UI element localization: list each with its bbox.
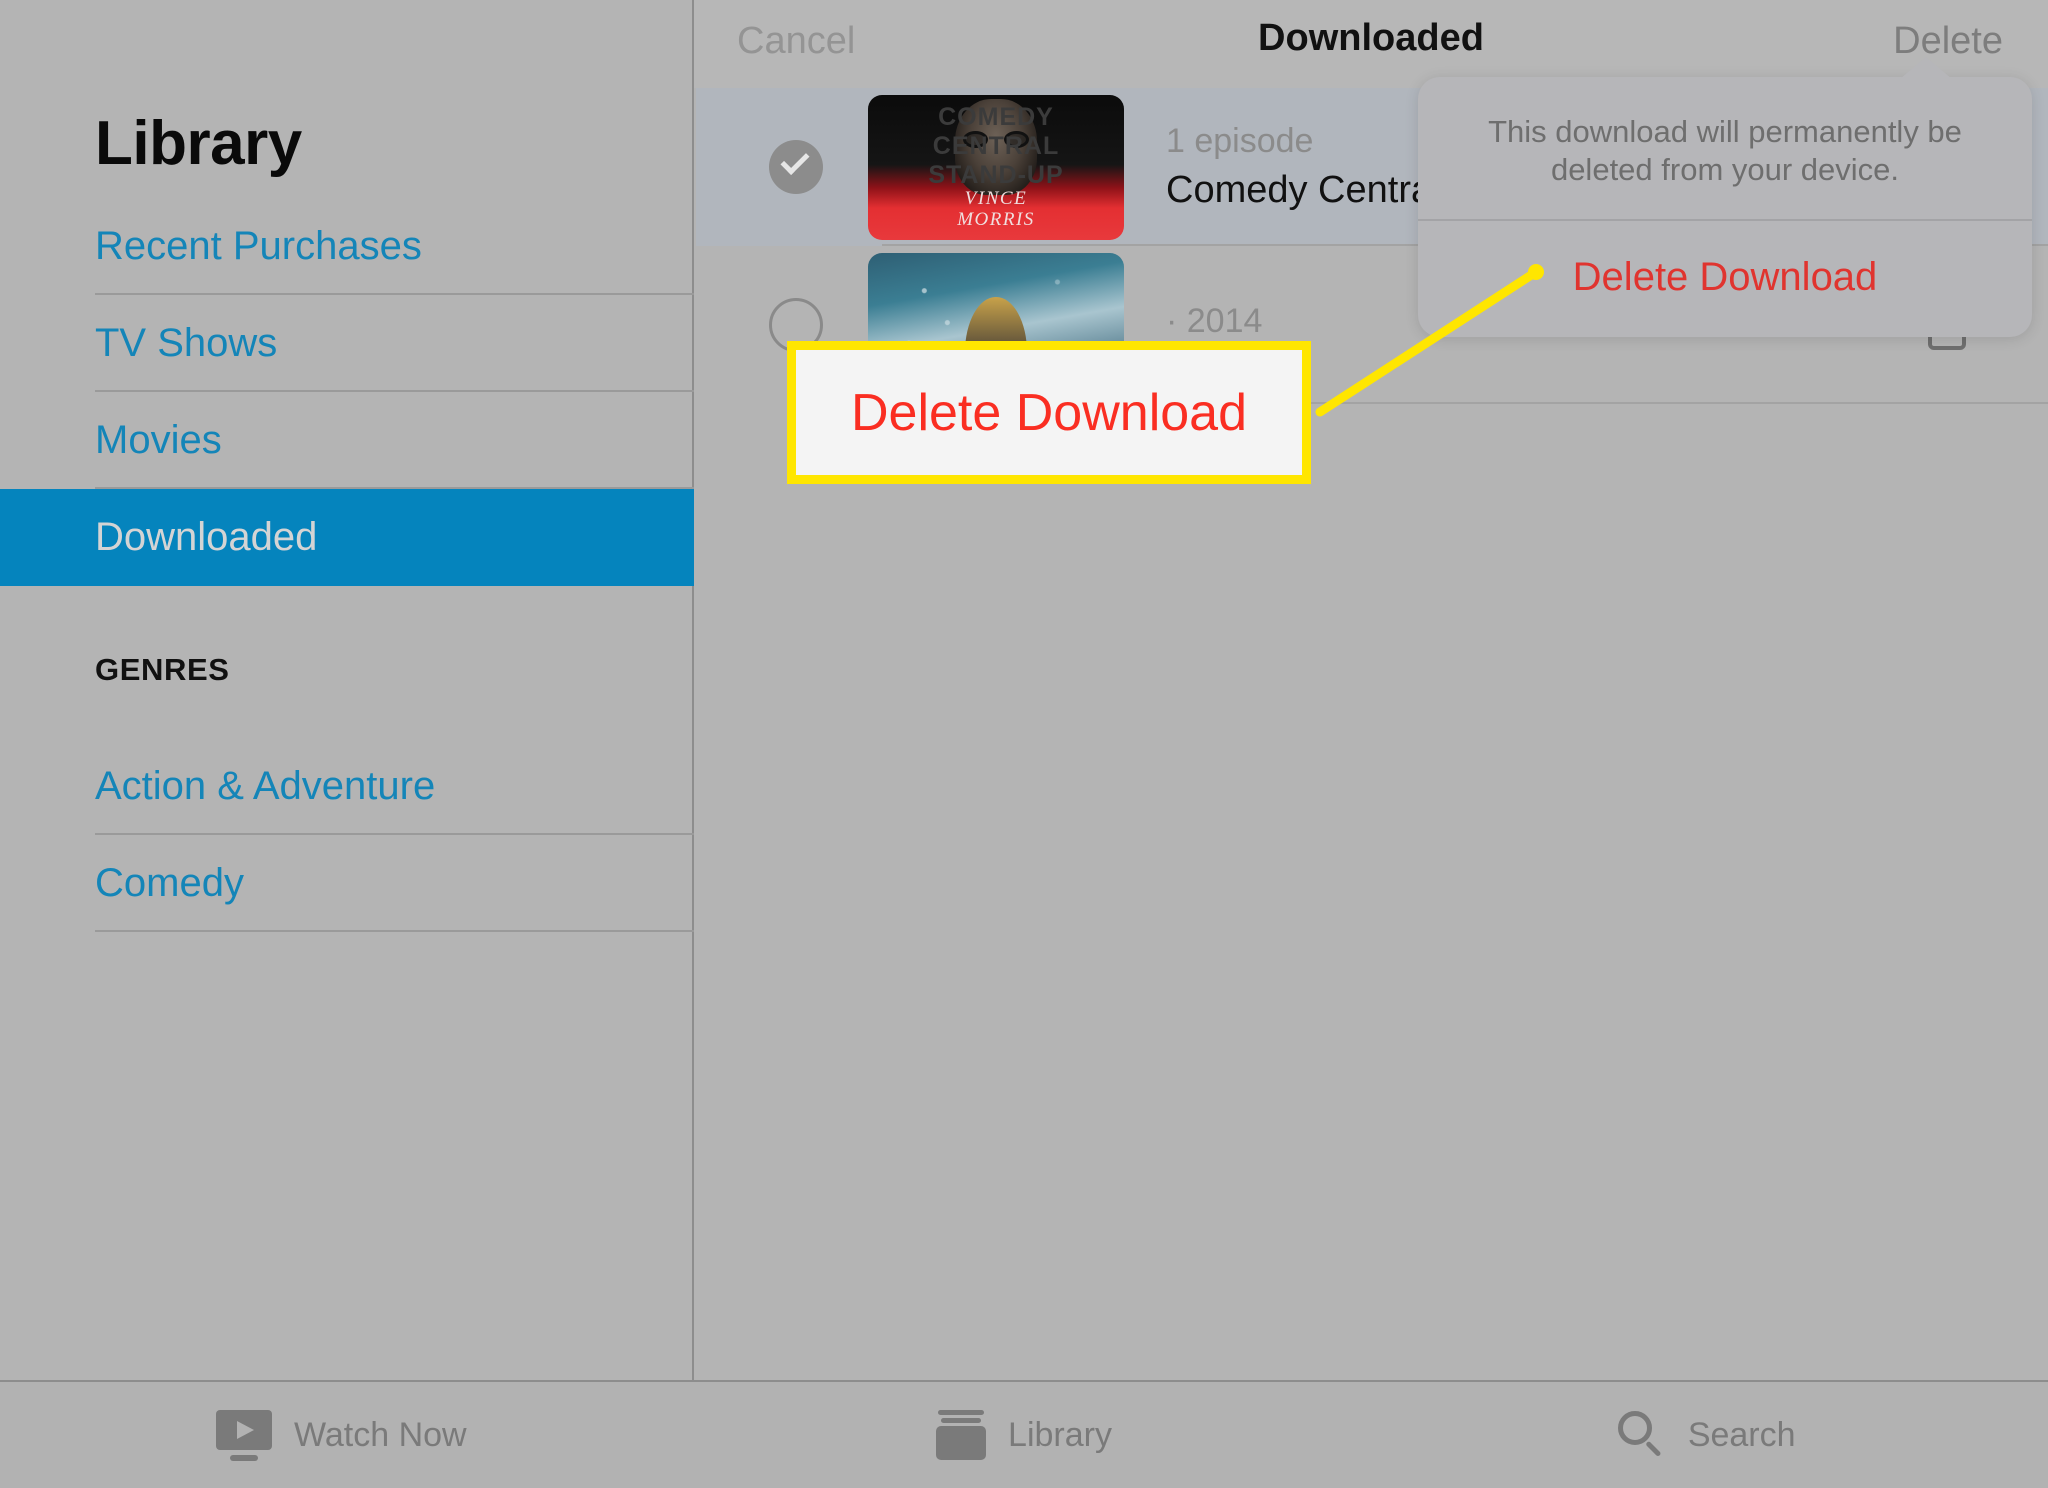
checkmark-glyph [780, 146, 810, 175]
sidebar-item-label: Downloaded [95, 515, 318, 559]
sidebar-item-recent-purchases[interactable]: Recent Purchases [0, 198, 694, 295]
sidebar-nav-list: Recent Purchases TV Shows Movies Downloa… [0, 198, 694, 586]
tab-label: Library [1008, 1415, 1112, 1454]
row-thumbnail: COMEDY CENTRAL STAND-UP VINCE MORRIS [868, 94, 1124, 240]
annotation-callout: Delete Download [787, 341, 1311, 484]
app-root: Library Recent Purchases TV Shows Movies… [0, 0, 2048, 1488]
sidebar-item-tv-shows[interactable]: TV Shows [0, 295, 694, 392]
top-bar-title: Downloaded [1258, 17, 1484, 59]
tab-library[interactable]: Library [683, 1382, 1366, 1488]
tab-label: Search [1687, 1415, 1796, 1454]
sidebar-item-downloaded[interactable]: Downloaded [0, 489, 694, 586]
genres-section-header: GENRES [95, 652, 230, 687]
delete-button[interactable]: Delete [1893, 20, 2003, 63]
divider [95, 584, 694, 586]
page-title: Library [95, 109, 302, 178]
divider [95, 930, 694, 932]
thumbnail-performer-name: VINCE MORRIS [957, 187, 1035, 230]
sidebar-item-action-adventure[interactable]: Action & Adventure [0, 738, 694, 835]
sidebar-item-comedy[interactable]: Comedy [0, 835, 694, 932]
tab-watch-now[interactable]: Watch Now [0, 1382, 683, 1488]
annotation-callout-inner: Delete Download [796, 350, 1302, 475]
row-selection-checkmark-icon[interactable] [769, 140, 823, 194]
divider [1418, 219, 2032, 221]
top-navigation-bar: Cancel Downloaded Delete [694, 0, 2048, 88]
annotation-callout-label: Delete Download [850, 383, 1248, 442]
sidebar-item-label: TV Shows [95, 321, 278, 365]
bottom-tab-bar: Watch Now Library Search [0, 1380, 2048, 1488]
delete-confirmation-popover: This download will permanently be delete… [1418, 57, 2032, 337]
sidebar-item-label: Action & Adventure [95, 764, 436, 808]
tab-search[interactable]: Search [1365, 1382, 2048, 1488]
sidebar-item-movies[interactable]: Movies [0, 392, 694, 489]
sidebar-item-label: Comedy [95, 861, 244, 905]
sidebar: Library Recent Purchases TV Shows Movies… [0, 0, 694, 1380]
sidebar-item-label: Movies [95, 418, 222, 462]
watch-now-icon [216, 1410, 273, 1461]
sidebar-item-label: Recent Purchases [95, 224, 422, 268]
search-icon [1617, 1411, 1666, 1459]
library-icon [936, 1410, 987, 1460]
delete-download-button[interactable]: Delete Download [1418, 255, 2032, 300]
tab-label: Watch Now [294, 1415, 467, 1454]
popover-message: This download will permanently be delete… [1488, 114, 1962, 187]
sidebar-genres-list: Action & Adventure Comedy [0, 738, 694, 932]
thumbnail-show-text: COMEDY CENTRAL STAND-UP [928, 102, 1064, 189]
